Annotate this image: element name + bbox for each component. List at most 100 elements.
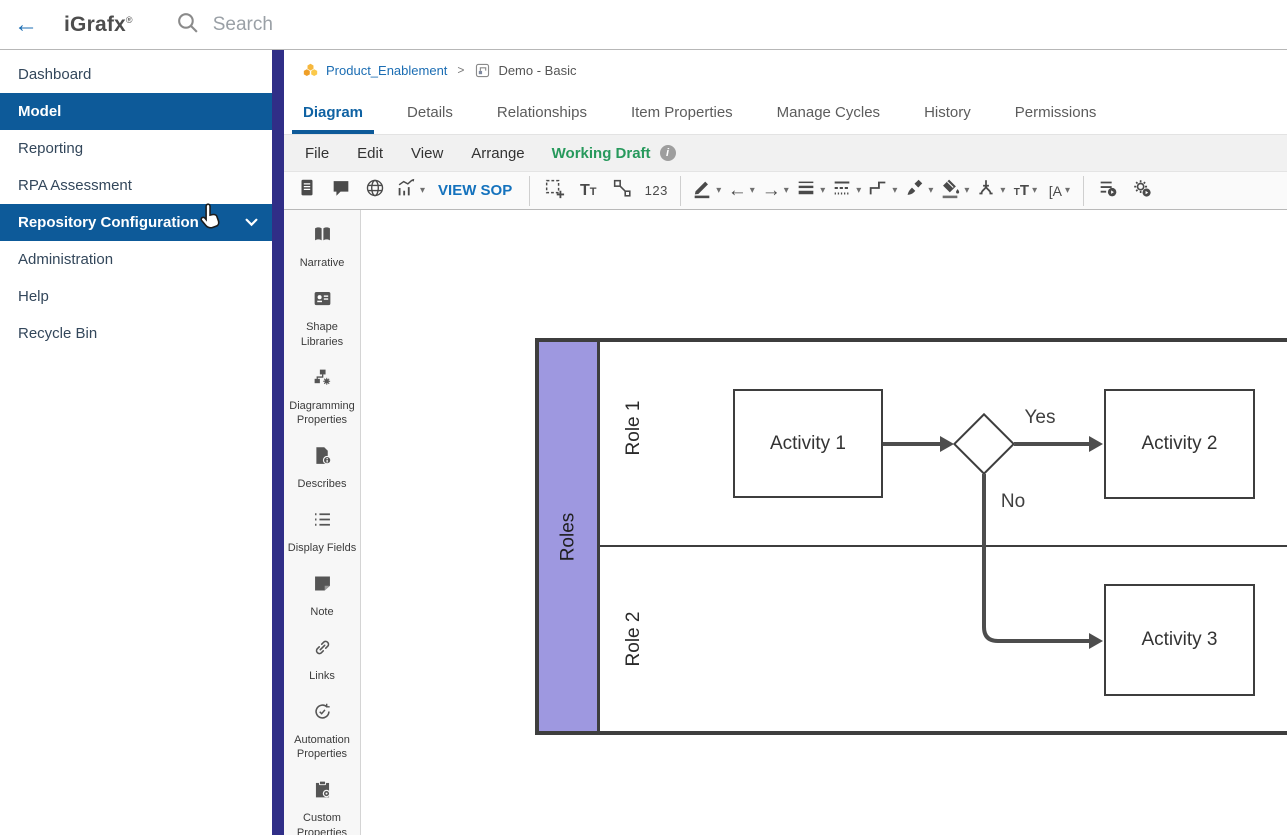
line-crossing-icon: [975, 177, 997, 204]
line-style-icon: [831, 177, 853, 204]
note-icon: [312, 573, 333, 599]
activity-1-shape[interactable]: Activity 1: [733, 389, 883, 498]
panel-item-links[interactable]: Links: [286, 637, 358, 684]
line-color-button[interactable]: ▾: [688, 176, 724, 206]
sidebar-item-repository-configuration[interactable]: Repository Configuration: [0, 204, 272, 241]
activity-2-shape[interactable]: Activity 2: [1104, 389, 1255, 499]
lane-label-role-1[interactable]: Role 1: [623, 401, 645, 456]
text-tool-button[interactable]: TT: [571, 176, 605, 206]
sidebar-item-help[interactable]: Help: [0, 278, 272, 315]
panel-item-automation-properties[interactable]: Automation Properties: [286, 701, 358, 763]
panel-item-diagramming-properties[interactable]: Diagramming Properties: [286, 367, 358, 429]
chart-menu-button[interactable]: ▾: [392, 176, 428, 206]
igrafx-app-window: ← iGrafx® Search Dashboard Model Reporti…: [0, 0, 1287, 835]
line-crossing-button[interactable]: ▾: [972, 176, 1008, 206]
fill-color-icon: [939, 177, 961, 204]
panel-item-narrative[interactable]: Narrative: [286, 224, 358, 271]
chevron-down-icon: ▾: [784, 185, 789, 196]
working-draft-status: Working Draft: [552, 145, 651, 162]
tab-details[interactable]: Details: [396, 90, 464, 134]
toolbar-separator: [1083, 176, 1084, 206]
globe-button[interactable]: [358, 176, 392, 206]
connector-tool-button[interactable]: [605, 176, 639, 206]
branch-label-yes[interactable]: Yes: [1025, 407, 1056, 429]
numbering-tool-button[interactable]: 123: [639, 176, 673, 206]
diagram-canvas[interactable]: Roles Role 1 Role 2: [361, 210, 1287, 835]
sidebar-item-label: Reporting: [18, 140, 83, 157]
menu-view[interactable]: View: [400, 145, 454, 162]
chevron-down-icon: ▾: [820, 185, 825, 196]
sidebar-item-model[interactable]: Model: [0, 93, 272, 130]
lane-label-role-2[interactable]: Role 2: [623, 612, 645, 667]
comment-icon: [330, 177, 352, 204]
back-icon[interactable]: ←: [14, 13, 38, 37]
sidebar-item-rpa-assessment[interactable]: RPA Assessment: [0, 167, 272, 204]
line-weight-button[interactable]: ▾: [792, 176, 828, 206]
sidebar-item-label: Recycle Bin: [18, 325, 97, 342]
global-search[interactable]: Search: [175, 10, 273, 40]
panel-item-label: Custom Properties: [286, 811, 358, 835]
font-size-button[interactable]: TT ▾: [1008, 176, 1042, 206]
chevron-down-icon: ▾: [928, 185, 933, 196]
search-placeholder[interactable]: Search: [213, 14, 273, 36]
comment-button[interactable]: [324, 176, 358, 206]
breadcrumb-current-item: Demo - Basic: [498, 63, 576, 78]
gear-sync-icon: [1131, 177, 1153, 204]
panel-item-custom-properties[interactable]: Custom Properties: [286, 779, 358, 835]
panel-item-note[interactable]: Note: [286, 573, 358, 620]
sidebar-item-administration[interactable]: Administration: [0, 241, 272, 278]
pool-header[interactable]: Roles: [539, 342, 600, 731]
tab-label: Details: [407, 104, 453, 121]
panel-item-shape-libraries[interactable]: Shape Libraries: [286, 288, 358, 350]
tab-permissions[interactable]: Permissions: [1004, 90, 1108, 134]
line-start-arrow-button[interactable]: ← ▾: [724, 176, 758, 206]
text-format-button[interactable]: [A ▾: [1042, 176, 1076, 206]
sidebar-item-reporting[interactable]: Reporting: [0, 130, 272, 167]
panel-item-describes[interactable]: Describes: [286, 445, 358, 492]
sidebar-item-label: Help: [18, 288, 49, 305]
lane-divider[interactable]: [600, 545, 1287, 547]
line-end-arrow-button[interactable]: → ▾: [758, 176, 792, 206]
info-icon[interactable]: i: [660, 145, 676, 161]
menu-arrange[interactable]: Arrange: [460, 145, 535, 162]
connector-routing-button[interactable]: ▾: [864, 176, 900, 206]
sidebar-nav: Dashboard Model Reporting RPA Assessment…: [0, 50, 272, 835]
tab-label: Relationships: [497, 104, 587, 121]
activity-3-shape[interactable]: Activity 3: [1104, 584, 1255, 696]
fill-color-button[interactable]: ▾: [936, 176, 972, 206]
panel-item-display-fields[interactable]: Display Fields: [286, 509, 358, 556]
line-weight-icon: [795, 177, 817, 204]
view-sop-button[interactable]: VIEW SOP: [428, 182, 522, 199]
sop-document-button[interactable]: [290, 176, 324, 206]
diagram-toolbar: ▾ VIEW SOP TT 123 ▾ ← ▾: [284, 172, 1287, 210]
repository-cubes-icon: [302, 62, 319, 79]
branch-label-no[interactable]: No: [1001, 491, 1025, 513]
connector-routing-icon: [867, 177, 889, 204]
sidebar-item-recycle-bin[interactable]: Recycle Bin: [0, 315, 272, 352]
sidebar-item-dashboard[interactable]: Dashboard: [0, 56, 272, 93]
tab-manage-cycles[interactable]: Manage Cycles: [766, 90, 891, 134]
chevron-down-icon: ▾: [1065, 185, 1070, 196]
panel-item-label: Shape Libraries: [286, 320, 358, 350]
menu-edit[interactable]: Edit: [346, 145, 394, 162]
igrafx-logo: iGrafx®: [64, 13, 133, 37]
tab-relationships[interactable]: Relationships: [486, 90, 598, 134]
tab-label: Permissions: [1015, 104, 1097, 121]
menu-file[interactable]: File: [294, 145, 340, 162]
tab-diagram[interactable]: Diagram: [292, 90, 374, 134]
diagram-settings-button[interactable]: [1125, 176, 1159, 206]
main-content: Product_Enablement > Demo - Basic Diagra…: [284, 50, 1287, 835]
line-style-button[interactable]: ▾: [828, 176, 864, 206]
format-painter-button[interactable]: ▾: [900, 176, 936, 206]
tab-history[interactable]: History: [913, 90, 982, 134]
shape-libraries-icon: [312, 288, 333, 314]
select-add-button[interactable]: [537, 176, 571, 206]
tab-item-properties[interactable]: Item Properties: [620, 90, 744, 134]
diagram-item-icon: [474, 62, 491, 79]
sidebar-item-label: Dashboard: [18, 66, 91, 83]
diagramming-properties-icon: [312, 367, 333, 393]
breadcrumb-repository-link[interactable]: Product_Enablement: [326, 63, 447, 78]
sidebar-item-label: RPA Assessment: [18, 177, 132, 194]
display-options-button[interactable]: [1091, 176, 1125, 206]
chevron-down-icon[interactable]: [245, 218, 258, 227]
